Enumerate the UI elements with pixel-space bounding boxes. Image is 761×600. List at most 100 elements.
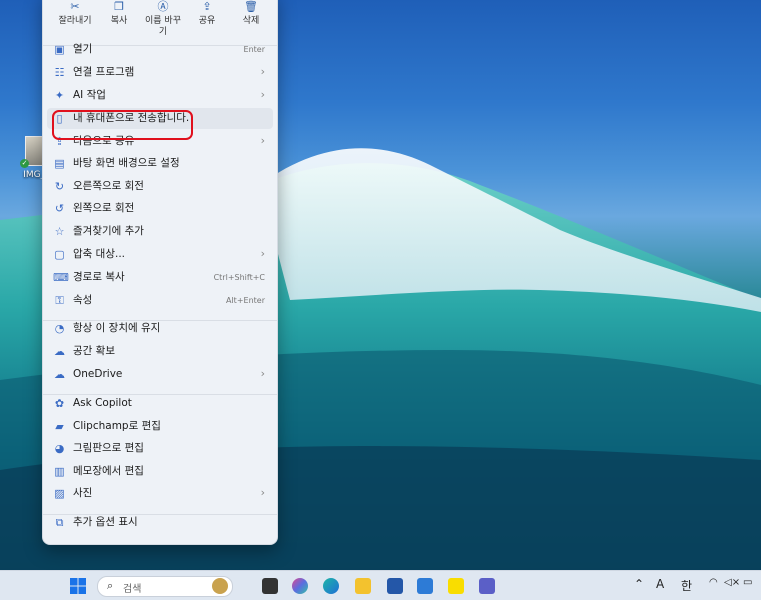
quick-actions-bar: ✂ 잘라내기 ❐ 복사 Ⓐ 이름 바꾸 기 ⇪ 공유 🗑 삭제 [43, 1, 277, 41]
chevron-right-icon: › [260, 486, 265, 499]
copy-path-icon: ⌨ [53, 271, 69, 284]
properties-icon: ⚿ [55, 294, 64, 307]
windows-logo-icon [70, 578, 86, 594]
start-button[interactable] [70, 578, 86, 594]
taskbar: ⌕ 검색 ⌃ A 한 ◠ ◁× ▭ [0, 570, 761, 600]
battery-icon[interactable]: ▭ [743, 577, 752, 588]
menu-item-paint[interactable]: ◕ 그림판으로 편집 [47, 438, 273, 459]
menu-item-wallpaper[interactable]: ▤ 바탕 화면 배경으로 설정 [47, 153, 273, 174]
share-quick-button[interactable]: ⇪ 공유 [185, 1, 229, 27]
quick-action-label: 삭제 [242, 16, 260, 26]
notepad-icon: ▥ [54, 465, 65, 478]
teams-icon[interactable] [479, 578, 495, 594]
edge-icon[interactable] [323, 578, 339, 594]
file-explorer-icon[interactable] [355, 578, 371, 594]
wifi-icon[interactable]: ◠ [709, 577, 718, 588]
menu-item-star[interactable]: ☆ 즐겨찾기에 추가 [47, 221, 273, 242]
store-icon[interactable] [387, 578, 403, 594]
menu-item-cloud-outline[interactable]: ☁ 공간 확보 [47, 341, 273, 362]
paint-icon: ◕ [54, 442, 65, 455]
menu-item-label: AI 작업 [73, 89, 106, 101]
input-mode-a[interactable]: A [656, 577, 664, 591]
menu-item-shortcut: Enter [243, 45, 265, 54]
menu-item-label: 그림판으로 편집 [73, 442, 144, 454]
task-view-icon[interactable] [262, 578, 278, 594]
kakaotalk-icon[interactable] [448, 578, 464, 594]
menu-item-more-options[interactable]: ⧉ 추가 옵션 표시 [47, 512, 273, 533]
quick-action-label: 이름 바꾸 기 [145, 16, 181, 37]
menu-item-label: 경로로 복사 [73, 271, 125, 283]
tray-overflow-icon[interactable]: ⌃ [634, 577, 644, 591]
menu-item-label: 압축 대상... [73, 248, 125, 260]
menu-item-copy-path[interactable]: ⌨ 경로로 복사 Ctrl+Shift+C [47, 267, 273, 288]
rename-icon: Ⓐ [157, 0, 169, 13]
menu-item-clipchamp[interactable]: ▰ Clipchamp로 편집 [47, 416, 273, 437]
scissors-icon: ✂ [70, 0, 80, 13]
search-icon: ⌕ [107, 579, 114, 592]
copilot-icon: ✿ [54, 397, 65, 410]
menu-item-label: 메모장에서 편집 [73, 465, 144, 477]
menu-item-label: 속성 [73, 294, 93, 306]
chevron-right-icon: › [260, 247, 265, 260]
menu-item-label: 연결 프로그램 [73, 66, 135, 78]
trash-icon: 🗑 [244, 0, 258, 13]
photos-icon: ▨ [54, 487, 65, 500]
menu-item-label: Clipchamp로 편집 [73, 420, 161, 432]
volume-icon[interactable]: ◁× [724, 577, 740, 588]
menu-item-label: 바탕 화면 배경으로 설정 [73, 157, 180, 169]
menu-item-label: Ask Copilot [73, 397, 132, 409]
menu-item-label: 왼쪽으로 회전 [73, 202, 135, 214]
menu-item-photos[interactable]: ▨ 사진 › [47, 483, 273, 504]
menu-item-label: OneDrive [73, 368, 123, 380]
onedrive-icon: ☁ [54, 368, 65, 381]
sync-check-icon: ✓ [20, 159, 29, 168]
menu-item-rotate-left[interactable]: ↺ 왼쪽으로 회전 [47, 198, 273, 219]
menu-item-label: 추가 옵션 표시 [73, 516, 138, 528]
open-with-icon: ☷ [54, 66, 65, 79]
copy-quick-button[interactable]: ❐ 복사 [97, 1, 141, 27]
menu-item-compress[interactable]: ▢ 압축 대상... › [47, 244, 273, 265]
menu-item-copilot[interactable]: ✿ Ask Copilot [47, 393, 273, 414]
menu-item-shortcut: Alt+Enter [225, 296, 265, 305]
chevron-right-icon: › [260, 65, 265, 78]
menu-item-label: 열기 [73, 43, 93, 55]
search-placeholder: 검색 [123, 584, 142, 595]
menu-item-keep-on-device[interactable]: ◔ 항상 이 장치에 유지 [47, 318, 273, 339]
scissors-quick-button[interactable]: ✂ 잘라내기 [53, 1, 97, 27]
outlook-icon[interactable] [417, 578, 433, 594]
star-icon: ☆ [54, 225, 65, 238]
menu-item-ai-sparkle[interactable]: ✦ AI 작업 › [47, 85, 273, 106]
menu-item-open-with[interactable]: ☷ 연결 프로그램 › [47, 62, 273, 83]
menu-item-label: 사진 [73, 487, 93, 499]
menu-item-label: 오른쪽으로 회전 [73, 180, 144, 192]
menu-item-label: 즐겨찾기에 추가 [73, 225, 144, 237]
rename-quick-button[interactable]: Ⓐ 이름 바꾸 기 [141, 1, 185, 38]
share-icon: ⇪ [202, 0, 212, 13]
wallpaper-icon: ▤ [54, 157, 65, 170]
open-icon: ▣ [54, 43, 65, 56]
menu-item-open[interactable]: ▣ 열기 Enter [47, 39, 273, 60]
copy-icon: ❐ [114, 0, 124, 13]
copilot-taskbar-icon[interactable] [292, 578, 308, 594]
chevron-right-icon: › [260, 88, 265, 101]
menu-item-shortcut: Ctrl+Shift+C [213, 273, 265, 282]
rotate-right-icon: ↻ [54, 180, 65, 193]
more-options-icon: ⧉ [55, 516, 64, 529]
clipchamp-icon: ▰ [55, 420, 64, 433]
input-mode-han[interactable]: 한 [681, 577, 692, 594]
quick-action-label: 잘라내기 [58, 16, 92, 26]
cloud-outline-icon: ☁ [54, 345, 65, 358]
menu-item-onedrive[interactable]: ☁ OneDrive › [47, 364, 273, 385]
chevron-right-icon: › [260, 367, 265, 380]
chevron-right-icon: › [260, 134, 265, 147]
rotate-left-icon: ↺ [54, 202, 65, 215]
menu-item-notepad[interactable]: ▥ 메모장에서 편집 [47, 461, 273, 482]
compress-icon: ▢ [54, 248, 65, 261]
quick-action-label: 복사 [110, 16, 128, 26]
menu-item-properties[interactable]: ⚿ 속성 Alt+Enter [47, 290, 273, 311]
widgets-icon[interactable] [212, 578, 228, 594]
trash-quick-button[interactable]: 🗑 삭제 [229, 1, 273, 27]
context-menu: ✂ 잘라내기 ❐ 복사 Ⓐ 이름 바꾸 기 ⇪ 공유 🗑 삭제 ▣ 열기 Enter ☷ 연결 프로그램 ›… [42, 0, 278, 545]
menu-item-rotate-right[interactable]: ↻ 오른쪽으로 회전 [47, 176, 273, 197]
ai-sparkle-icon: ✦ [54, 89, 65, 102]
